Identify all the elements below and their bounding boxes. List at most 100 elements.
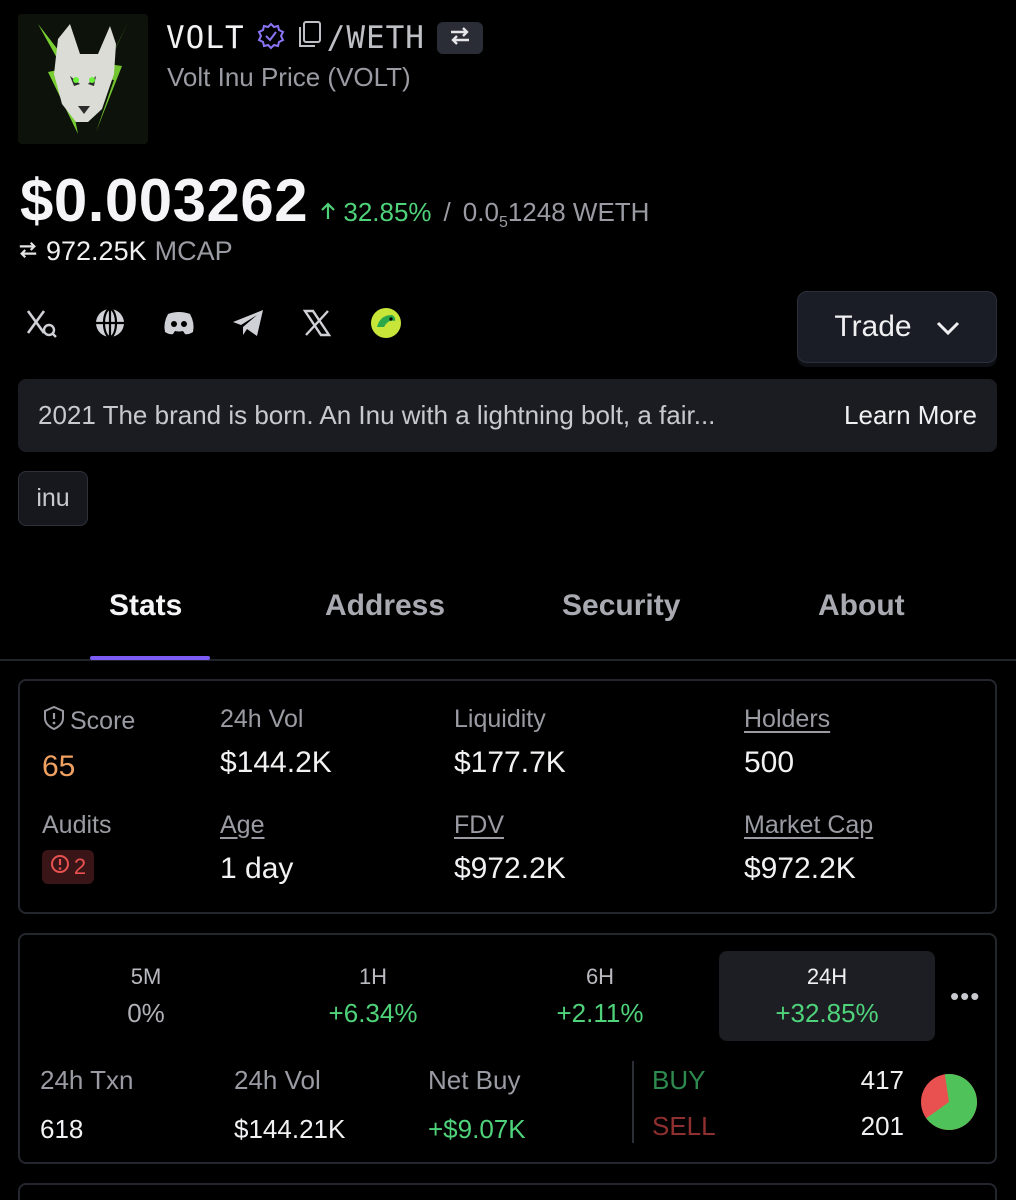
price-separator: / [443, 197, 451, 227]
timeframe-change: +32.85% [775, 997, 879, 1028]
swap-pair-button[interactable] [436, 22, 483, 54]
divider [632, 1061, 634, 1143]
globe-icon[interactable] [93, 306, 127, 340]
tab-about[interactable]: About [818, 589, 905, 623]
timeframe-change: +2.11% [556, 997, 644, 1028]
swap-icon [449, 26, 471, 51]
token-price: $0.003262 [20, 167, 309, 234]
tag-chip[interactable]: inu [18, 471, 88, 526]
next-card [18, 1183, 997, 1200]
holders-label[interactable]: Holders [744, 705, 830, 734]
buy-count: 417 [860, 1065, 904, 1095]
price-row: $0.003262 32.85% / 0.051248 WETH [20, 166, 649, 235]
token-symbol: VOLT [166, 20, 245, 56]
more-options-icon[interactable]: ••• [950, 981, 980, 1012]
liquidity-value: $177.7K [454, 746, 566, 779]
description-text: 2021 The brand is born. An Inu with a li… [38, 400, 716, 430]
telegram-icon[interactable] [231, 306, 265, 340]
audit-warning-badge[interactable]: 2 [42, 850, 94, 884]
timeframe-label: 6H [585, 963, 615, 989]
net-buy-label: Net Buy [428, 1065, 521, 1095]
market-cap-stat[interactable]: Market Cap $972.2K [744, 811, 873, 886]
weth-rest: 1248 WETH [507, 197, 650, 227]
tab-stats[interactable]: Stats [109, 589, 182, 623]
trade-button[interactable]: Trade [797, 291, 997, 363]
shield-icon [42, 705, 66, 738]
audits-label: Audits [42, 811, 112, 839]
liquidity-label: Liquidity [454, 705, 546, 733]
tab-bar: Stats Address Security About [0, 575, 1016, 661]
score-stat[interactable]: Score 65 [42, 705, 135, 784]
timeframe-change: +6.34% [328, 997, 418, 1028]
txn-volume-value: $144.21K [234, 1114, 346, 1144]
net-buy-value: +$9.07K [428, 1114, 526, 1144]
volume-value: $144.2K [220, 746, 332, 779]
tab-security[interactable]: Security [562, 589, 680, 623]
learn-more-link[interactable]: Learn More [844, 400, 977, 431]
txn-value: 618 [40, 1114, 84, 1144]
mcap-label: MCAP [154, 236, 233, 266]
liquidity-stat: Liquidity $177.7K [454, 705, 566, 780]
chevron-down-icon [936, 310, 960, 344]
net-buy-stat: Net Buy +$9.07K [428, 1065, 526, 1145]
timeframe-change: 0% [127, 997, 165, 1028]
txn-label: 24h Txn [40, 1065, 134, 1095]
trade-label: Trade [834, 310, 912, 343]
copy-icon[interactable] [297, 20, 323, 56]
timeframe-5m[interactable]: 5M 0% [38, 951, 254, 1041]
sell-label: SELL [652, 1111, 716, 1141]
market-cap-value: $972.2K [744, 852, 856, 885]
mcap-row[interactable]: 972.25K MCAP [18, 236, 233, 267]
buy-sell-pie [921, 1074, 977, 1130]
score-label: Score [70, 707, 136, 735]
price-change-value: 32.85% [343, 197, 432, 227]
weth-zero-count: 5 [498, 214, 508, 232]
timeframe-label: 24H [806, 963, 848, 989]
volume-label: 24h Vol [220, 705, 304, 733]
score-value: 65 [42, 750, 76, 783]
audits-stat[interactable]: Audits 2 [42, 811, 111, 884]
sell-count: 201 [860, 1111, 904, 1141]
token-subtitle: Volt Inu Price (VOLT) [167, 62, 411, 92]
parrot-icon[interactable] [369, 306, 403, 340]
audit-count: 2 [73, 854, 87, 879]
swap-icon [18, 236, 38, 267]
txn-stat: 24h Txn 618 [40, 1065, 133, 1145]
trading-activity-card: 5M 0% 1H +6.34% 6H +2.11% 24H +32.85% ••… [18, 933, 997, 1164]
age-label[interactable]: Age [220, 811, 293, 840]
price-in-weth: 0.051248 WETH [463, 197, 650, 232]
age-stat[interactable]: Age 1 day [220, 811, 293, 886]
stats-card: Score 65 24h Vol $144.2K Liquidity $177.… [18, 679, 997, 914]
price-change: 32.85% [320, 197, 432, 228]
age-value: 1 day [220, 852, 294, 885]
holders-stat[interactable]: Holders 500 [744, 705, 830, 780]
token-logo [18, 14, 148, 144]
verified-icon [257, 22, 285, 55]
volume-stat: 24h Vol $144.2K [220, 705, 332, 780]
arrow-up-icon [320, 197, 343, 227]
timeframe-label: 1H [358, 963, 388, 989]
fdv-stat[interactable]: FDV $972.2K [454, 811, 566, 886]
timeframe-1h[interactable]: 1H +6.34% [265, 951, 481, 1041]
token-header: VOLT /WETH [166, 18, 483, 58]
description-banner: 2021 The brand is born. An Inu with a li… [18, 379, 997, 452]
discord-icon[interactable] [162, 306, 196, 340]
alert-icon [50, 854, 70, 880]
tab-address[interactable]: Address [325, 589, 445, 623]
x-search-icon[interactable] [24, 306, 58, 340]
txn-volume-stat: 24h Vol $144.21K [234, 1065, 345, 1145]
timeframe-label: 5M [130, 963, 162, 989]
holders-value: 500 [744, 746, 795, 779]
weth-main: 0.0 [462, 197, 499, 227]
fdv-label[interactable]: FDV [454, 811, 566, 840]
timeframe-24h[interactable]: 24H +32.85% [719, 951, 935, 1041]
buy-label: BUY [652, 1065, 706, 1095]
x-icon[interactable] [300, 306, 334, 340]
market-cap-label[interactable]: Market Cap [744, 811, 873, 840]
mcap-value: 972.25K [46, 236, 147, 266]
fdv-value: $972.2K [454, 852, 566, 885]
pair-quote: /WETH [326, 20, 425, 56]
txn-volume-label: 24h Vol [234, 1065, 321, 1095]
timeframe-6h[interactable]: 6H +2.11% [492, 951, 708, 1041]
social-links [24, 306, 403, 340]
